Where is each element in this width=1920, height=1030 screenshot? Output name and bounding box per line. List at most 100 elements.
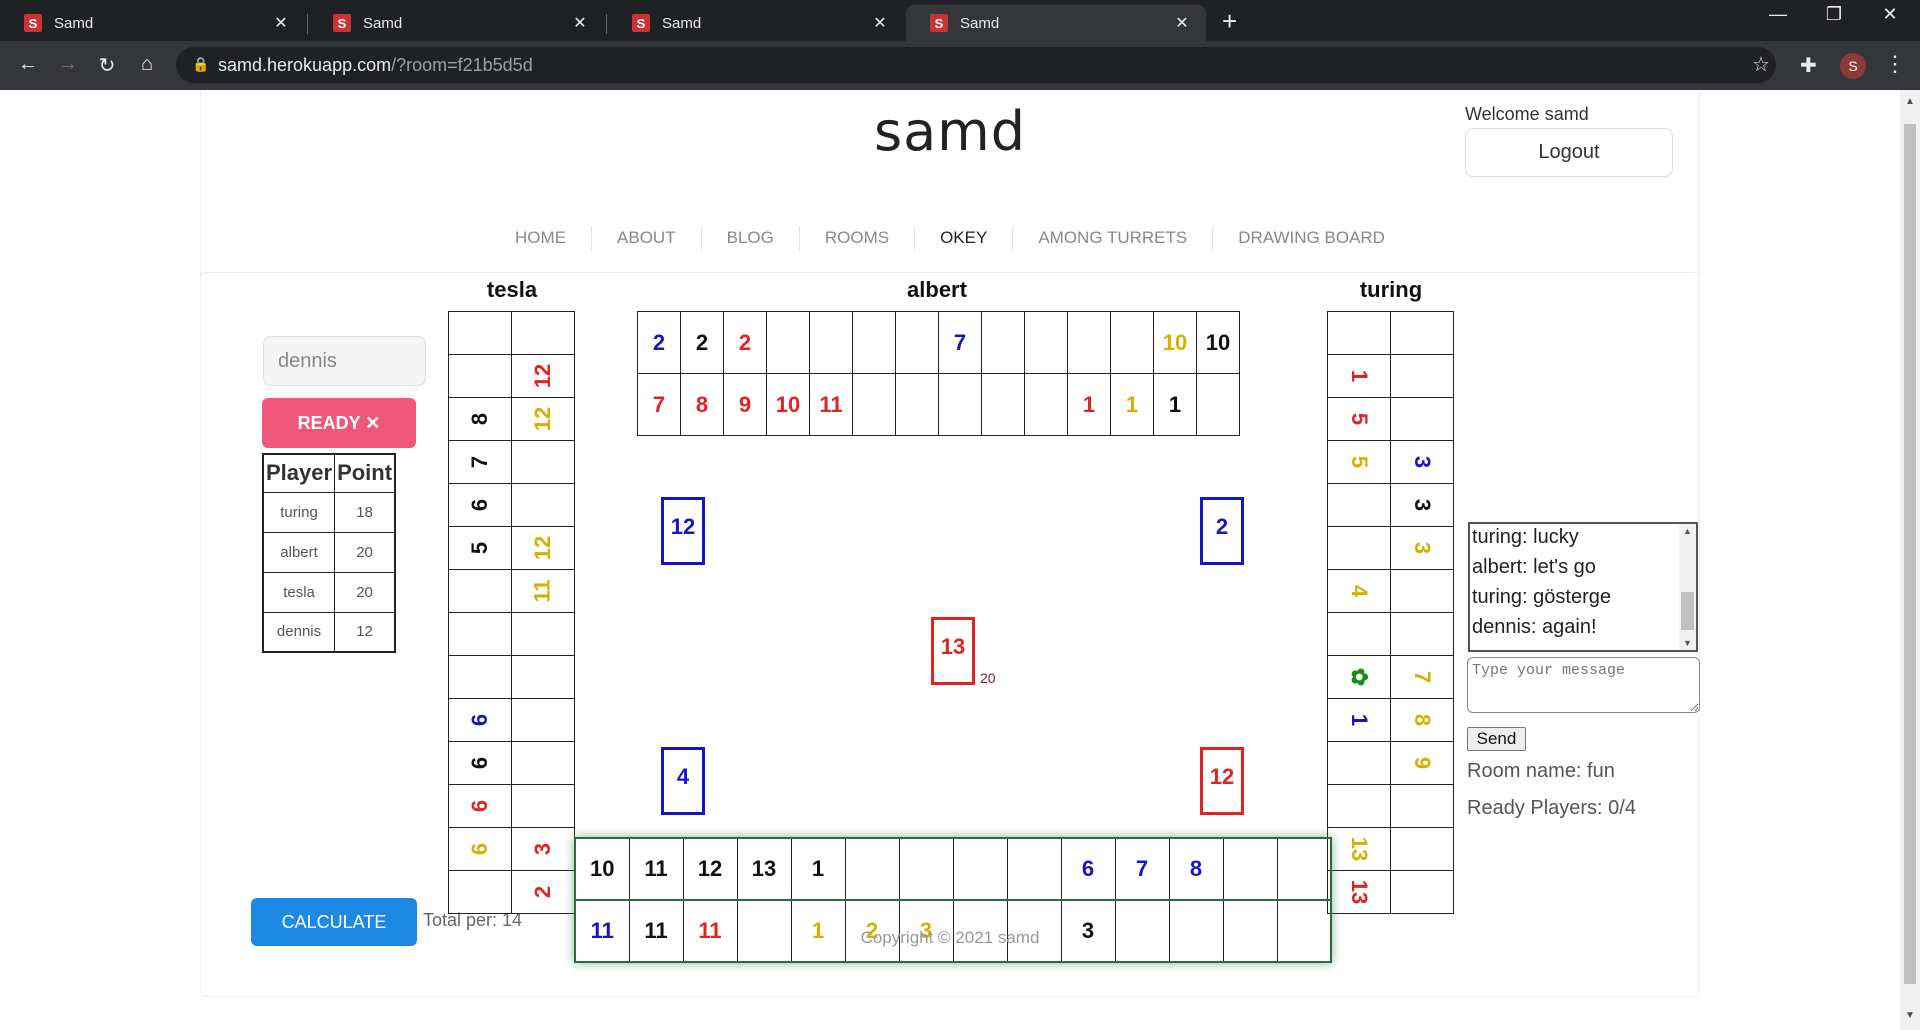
empty-tile-slot[interactable] [898,837,954,901]
home-icon[interactable]: ⌂ [133,53,161,76]
close-tab-icon[interactable]: ✕ [870,13,890,33]
player-name-input[interactable] [263,336,426,386]
tile-slot[interactable]: 1 [790,837,846,901]
empty-tile-slot[interactable] [511,698,575,742]
tile-slot[interactable]: 1 [1327,354,1391,398]
tile-slot[interactable]: 8 [680,373,724,436]
nav-about[interactable]: ABOUT [592,226,702,250]
empty-tile-slot[interactable] [981,373,1025,436]
tile-slot[interactable]: 3 [1390,526,1454,570]
chat-message-input[interactable] [1467,657,1700,713]
new-tab-button[interactable]: + [1222,6,1237,37]
tile-slot[interactable]: 2 [723,311,767,374]
empty-tile-slot[interactable] [766,311,810,374]
tile-slot[interactable]: 2 [511,870,575,914]
nav-drawing-board[interactable]: DRAWING BOARD [1213,226,1410,250]
tile-slot[interactable]: 5 [448,526,512,570]
send-button[interactable]: Send [1467,727,1526,751]
empty-tile-slot[interactable] [895,311,939,374]
tile-slot[interactable]: 7 [938,311,982,374]
nav-rooms[interactable]: ROOMS [800,226,916,250]
page-scroll-thumb[interactable] [1904,124,1916,984]
empty-tile-slot[interactable] [448,612,512,656]
empty-tile-slot[interactable] [448,569,512,613]
tile-slot[interactable]: 9 [723,373,767,436]
tile-slot[interactable]: 10 [1153,311,1197,374]
restore-window-icon[interactable]: ❐ [1814,4,1854,25]
empty-tile-slot[interactable] [852,311,896,374]
empty-tile-slot[interactable] [511,483,575,527]
tile-slot[interactable]: 6 [448,784,512,828]
empty-tile-slot[interactable] [511,311,575,355]
page-scrollbar[interactable]: ▲ ▼ [1900,90,1920,1030]
ready-button[interactable]: READY ✕ [262,398,416,448]
minimize-window-icon[interactable]: — [1758,4,1798,25]
forward-arrow-icon[interactable]: → [54,53,82,76]
empty-tile-slot[interactable] [448,311,512,355]
empty-tile-slot[interactable] [511,784,575,828]
tile-slot[interactable]: 3 [1390,483,1454,527]
empty-tile-slot[interactable] [981,311,1025,374]
tile-slot[interactable]: 10 [1196,311,1240,374]
empty-tile-slot[interactable] [1196,373,1240,436]
tile-slot[interactable]: 8 [448,397,512,441]
scroll-up-icon[interactable]: ▲ [1905,96,1915,107]
tile-slot[interactable]: 6 [1060,837,1116,901]
logout-button[interactable]: Logout [1465,128,1673,177]
chat-messages[interactable]: turing: gösterge turing: lucky albert: let… [1468,522,1698,652]
scroll-up-icon[interactable]: ▲ [1683,526,1692,536]
nav-blog[interactable]: BLOG [702,226,800,250]
empty-tile-slot[interactable] [1276,837,1332,901]
tile-slot[interactable]: 7 [448,440,512,484]
empty-tile-slot[interactable] [1390,612,1454,656]
empty-tile-slot[interactable] [1390,870,1454,914]
tile-slot[interactable]: 3 [511,827,575,871]
tile-slot[interactable]: 12 [511,526,575,570]
profile-avatar[interactable]: S [1840,53,1866,79]
close-window-icon[interactable]: ✕ [1870,4,1910,25]
tile-slot[interactable]: 13 [1327,827,1391,871]
empty-tile-slot[interactable] [1222,837,1278,901]
url-text[interactable]: samd.herokuapp.com/?room=f21b5d5d [218,55,533,76]
browser-menu-icon[interactable]: ⋮ [1884,51,1906,77]
empty-tile-slot[interactable] [511,612,575,656]
browser-tab-2[interactable]: S Samd ✕ [309,5,604,41]
tile-slot[interactable]: 1 [1153,373,1197,436]
tile-slot[interactable]: 10 [574,837,630,901]
empty-tile-slot[interactable] [895,373,939,436]
discard-tile-top-left[interactable]: 12 [661,497,705,565]
tile-slot[interactable]: 11 [628,837,684,901]
empty-tile-slot[interactable] [952,837,1008,901]
empty-tile-slot[interactable] [1024,311,1068,374]
scroll-down-icon[interactable]: ▼ [1683,638,1692,648]
tile-slot[interactable]: 5 [1327,397,1391,441]
empty-tile-slot[interactable] [1390,354,1454,398]
tile-slot[interactable]: 11 [809,373,853,436]
empty-tile-slot[interactable] [844,837,900,901]
tile-slot[interactable]: 7 [1114,837,1170,901]
tile-slot[interactable]: 12 [682,837,738,901]
empty-tile-slot[interactable] [809,311,853,374]
tile-slot[interactable]: 8 [1390,698,1454,742]
tile-slot[interactable]: 1 [1110,373,1154,436]
tile-slot[interactable]: 11 [511,569,575,613]
tile-slot[interactable]: 3 [1390,440,1454,484]
empty-tile-slot[interactable] [1006,837,1062,901]
tile-slot[interactable]: 9 [1390,741,1454,785]
tile-slot[interactable]: 2 [680,311,724,374]
address-bar[interactable]: 🔒 samd.herokuapp.com/?room=f21b5d5d [176,47,1776,83]
empty-tile-slot[interactable] [1390,784,1454,828]
empty-tile-slot[interactable] [1390,311,1454,355]
empty-tile-slot[interactable] [448,870,512,914]
tile-slot[interactable]: 12 [511,354,575,398]
back-arrow-icon[interactable]: ← [14,53,42,76]
chat-scroll-thumb[interactable] [1681,592,1694,630]
tile-slot[interactable]: 6 [448,827,512,871]
extensions-puzzle-icon[interactable]: ✚ [1800,53,1817,78]
empty-tile-slot[interactable] [511,655,575,699]
empty-tile-slot[interactable] [1390,569,1454,613]
tile-slot[interactable]: 7 [637,373,681,436]
empty-tile-slot[interactable] [1390,397,1454,441]
close-tab-icon[interactable]: ✕ [570,13,590,33]
close-tab-icon[interactable]: ✕ [271,13,291,33]
